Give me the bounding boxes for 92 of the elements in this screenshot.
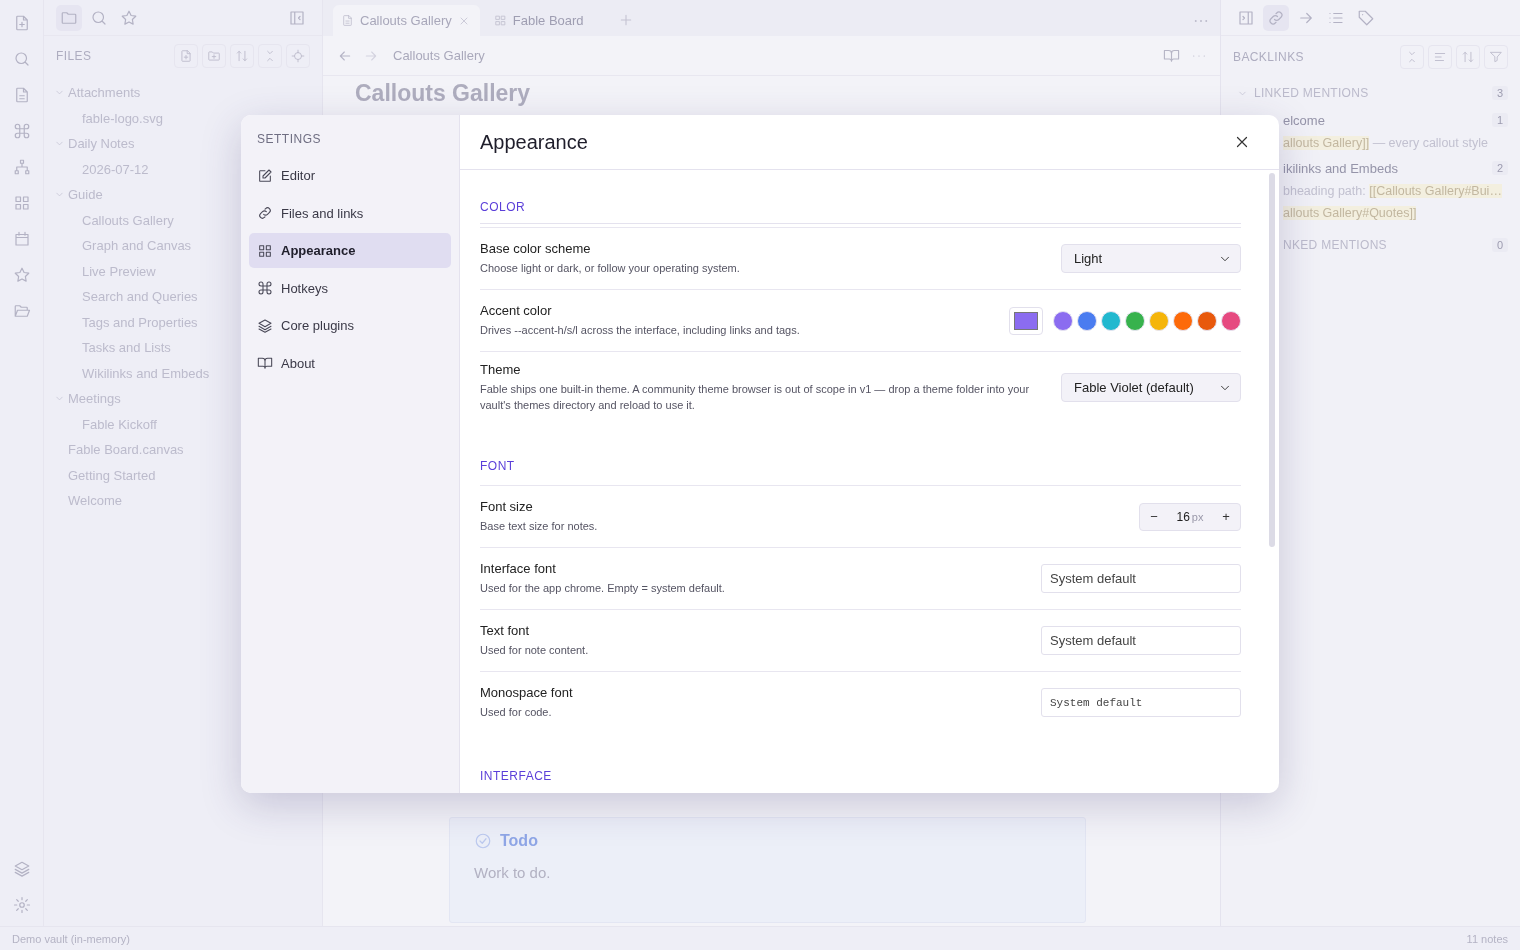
status-text: 11 notes: [1466, 932, 1508, 945]
dropdown[interactable]: Light: [1061, 244, 1241, 273]
input-field[interactable]: System default: [1041, 626, 1241, 655]
settings-heading: SETTINGS: [256, 132, 322, 148]
scrollbar-thumb[interactable]: [1269, 173, 1275, 547]
section-heading: FONT: [480, 458, 516, 475]
layers-icon: [257, 317, 273, 334]
grid-icon[interactable]: [12, 194, 31, 212]
count-badge: 0: [1491, 238, 1508, 252]
hierarchy-icon[interactable]: [12, 158, 31, 176]
setting-description: Used for note content.: [480, 643, 590, 658]
unit-label: px: [1191, 510, 1204, 523]
color-swatch[interactable]: [1149, 310, 1169, 331]
filter-icon[interactable]: [1484, 45, 1508, 69]
setting-description: Used for code.: [480, 705, 553, 720]
setting-description: Choose light or dark, or follow your operating system.: [480, 261, 741, 276]
setting-description: Drives --accent-h/s/l across the interface, including links and tags.: [480, 323, 801, 338]
input-field[interactable]: System default: [1041, 688, 1241, 717]
color-swatch[interactable]: [1077, 310, 1097, 331]
panel-title: FILES: [56, 49, 92, 63]
color-swatch[interactable]: [1173, 310, 1193, 331]
sort-icon[interactable]: [1456, 45, 1480, 69]
nav-item[interactable]: Files and links: [249, 195, 451, 231]
collapse-icon[interactable]: [1400, 45, 1424, 69]
sort-icon[interactable]: [230, 44, 254, 68]
link-icon[interactable]: [1263, 4, 1289, 31]
collapse-icon[interactable]: [258, 44, 282, 68]
tab[interactable]: Callouts Gallery: [333, 5, 480, 36]
callout-text: Work to do.: [474, 864, 552, 881]
callout-title: Todo: [500, 832, 538, 850]
wikilink[interactable]: allouts Gallery]]: [1283, 136, 1370, 150]
color-swatch[interactable]: [1125, 310, 1145, 331]
dialog-title: Appearance: [480, 130, 588, 154]
setting-label: Theme: [480, 362, 522, 377]
count-badge: 2: [1491, 161, 1508, 175]
new-folder-icon[interactable]: [202, 44, 226, 68]
input-field[interactable]: System default: [1041, 564, 1241, 593]
locate-icon[interactable]: [286, 44, 310, 68]
breadcrumb: Callouts Gallery: [393, 48, 485, 63]
new-note-icon[interactable]: [174, 44, 198, 68]
color-swatch[interactable]: [1221, 310, 1241, 331]
folder-icon[interactable]: [12, 302, 31, 320]
color-swatch[interactable]: [1053, 310, 1073, 331]
setting-description: Used for the app chrome. Empty = system default.: [480, 581, 726, 596]
folder-icon[interactable]: [56, 4, 82, 31]
layers-icon[interactable]: [12, 860, 31, 878]
book-icon: [257, 355, 273, 372]
command-icon[interactable]: [12, 122, 31, 140]
section-heading: INTERFACE: [480, 768, 553, 785]
lines-icon[interactable]: [1428, 45, 1452, 69]
dropdown[interactable]: Fable Violet (default): [1061, 373, 1241, 402]
setting-label: Interface font: [480, 561, 557, 576]
setting-label: Monospace font: [480, 685, 574, 700]
count-badge: 3: [1491, 86, 1508, 100]
calendar-icon[interactable]: [12, 230, 31, 248]
setting-description: Fable ships one built-in theme. A community theme browser is out of scope in v1 — drop a theme folder into your vault's themes directory and reload to use it.: [480, 382, 1031, 413]
wikilink[interactable]: [[Callouts Gallery#Bui…: [1369, 184, 1502, 198]
number-value: 16: [1176, 509, 1190, 524]
star-icon[interactable]: [12, 266, 31, 284]
wikilink[interactable]: allouts Gallery#Quotes]]: [1283, 206, 1417, 220]
nav-item[interactable]: About: [249, 345, 451, 381]
setting-label: Accent color: [480, 303, 553, 318]
setting-description: Base text size for notes.: [480, 519, 599, 534]
nav-item[interactable]: Core plugins: [249, 308, 451, 344]
grid-icon: [257, 242, 273, 259]
reading-view-icon[interactable]: [1163, 47, 1180, 64]
edit-icon: [257, 167, 273, 184]
tab[interactable]: Fable Board: [485, 5, 594, 36]
link-icon: [257, 205, 273, 222]
setting-label: Font size: [480, 499, 534, 514]
section-heading: COLOR: [480, 170, 1241, 224]
nav-item[interactable]: Appearance: [249, 233, 451, 269]
nav-item[interactable]: Hotkeys: [249, 270, 451, 306]
note-link[interactable]: ikilinks and Embeds: [1283, 160, 1398, 176]
panel-title: BACKLINKS: [1233, 50, 1304, 64]
color-picker[interactable]: [1009, 306, 1043, 335]
note-link[interactable]: elcome: [1283, 112, 1325, 128]
setting-label: Base color scheme: [480, 241, 592, 256]
settings-icon[interactable]: [12, 896, 31, 914]
increment-button[interactable]: +: [1212, 503, 1240, 530]
setting-label: Text font: [480, 623, 531, 638]
grid-icon: [493, 14, 507, 27]
nav-item[interactable]: Editor: [249, 158, 451, 193]
status-text: Demo vault (in-memory): [12, 932, 130, 945]
color-swatch[interactable]: [1197, 310, 1217, 331]
search-icon[interactable]: [12, 50, 31, 68]
color-swatch[interactable]: [1101, 310, 1121, 331]
count-badge: 1: [1491, 113, 1508, 127]
decrement-button[interactable]: −: [1140, 503, 1168, 530]
document-icon: [341, 14, 354, 27]
note-title: Callouts Gallery: [355, 80, 532, 107]
command-icon: [257, 280, 273, 297]
